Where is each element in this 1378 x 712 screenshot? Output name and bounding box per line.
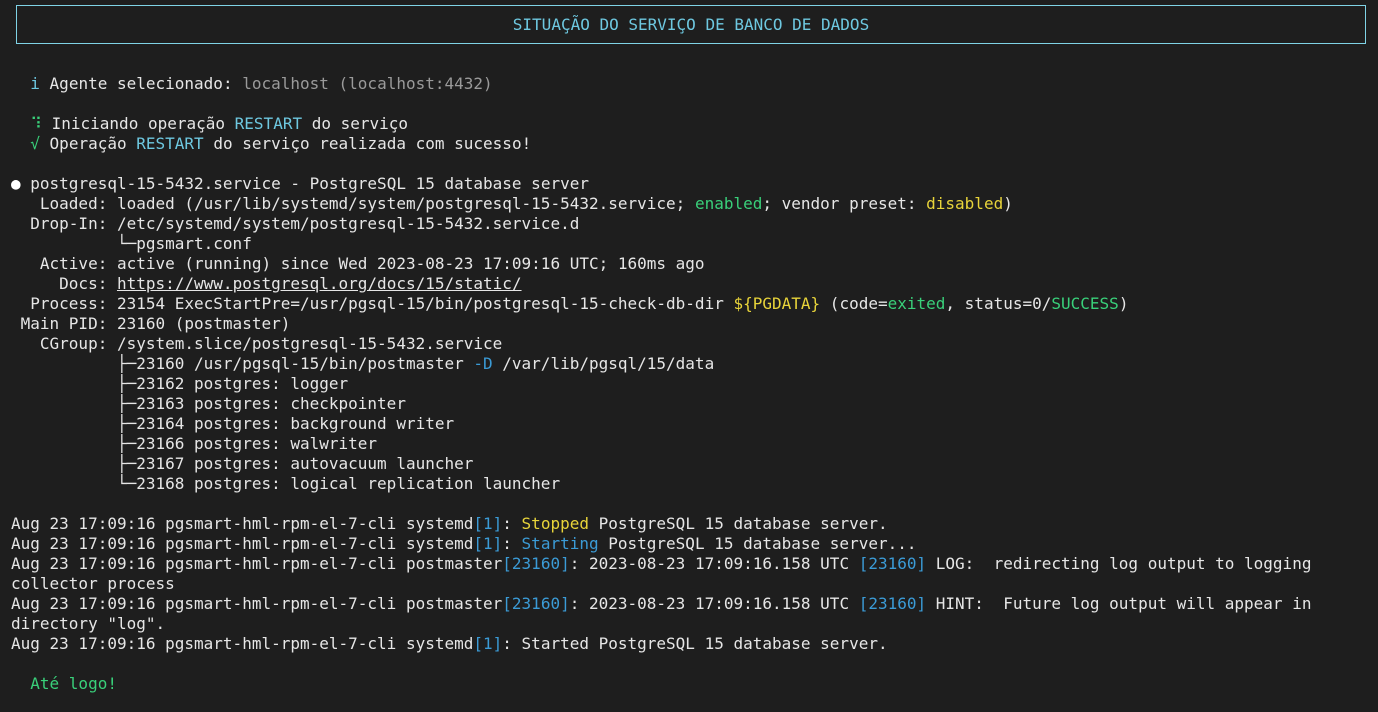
postmaster-process: ├─23160 /usr/pgsql-15/bin/postmaster	[11, 354, 474, 373]
log-line-wrap: collector process	[11, 574, 175, 593]
success-status: SUCCESS	[1051, 294, 1119, 313]
log-keyword-starting: Starting	[521, 534, 599, 553]
log-timestamp: : 2023-08-23 17:09:16.158 UTC	[569, 554, 859, 573]
active-line: Active: active (running) since Wed 2023-…	[11, 254, 705, 273]
cgroup-line: CGroup: /system.slice/postgresql-15-5432…	[11, 334, 503, 353]
process-line: Process: 23154 ExecStartPre=/usr/pgsql-1…	[11, 294, 1128, 314]
agent-value: localhost (localhost:4432)	[242, 74, 493, 93]
log-line-wrap: directory "log".	[11, 614, 166, 633]
check-icon: √	[30, 134, 40, 153]
log-line: Aug 23 17:09:16 pgsmart-hml-rpm-el-7-cli…	[11, 534, 917, 554]
docs-link[interactable]: https://www.postgresql.org/docs/15/stati…	[117, 274, 522, 293]
process-status-label: , status=0/	[945, 294, 1052, 313]
log-pid: [23160]	[502, 554, 570, 573]
cgroup-tree-item: ├─23160 /usr/pgsql-15/bin/postmaster -D …	[11, 354, 714, 374]
operation-keyword: RESTART	[234, 114, 303, 133]
log-prefix: Aug 23 17:09:16 pgsmart-hml-rpm-el-7-cli…	[11, 634, 474, 653]
log-pid: [23160]	[502, 594, 570, 613]
goodbye-text: Até logo!	[30, 674, 117, 693]
vendor-preset-label: ; vendor preset:	[762, 194, 927, 213]
log-prefix: Aug 23 17:09:16 pgsmart-hml-rpm-el-7-cli…	[11, 514, 474, 533]
docs-label: Docs:	[11, 274, 117, 293]
log-pid: [1]	[473, 514, 503, 533]
service-line: ● postgresql-15-5432.service - PostgreSQ…	[11, 174, 589, 194]
loaded-text: Loaded: loaded (/usr/lib/systemd/system/…	[11, 194, 695, 213]
log-prefix: Aug 23 17:09:16 pgsmart-hml-rpm-el-7-cli…	[11, 554, 503, 573]
log-keyword-stopped: Stopped	[521, 514, 589, 533]
page-title: SITUAÇÃO DO SERVIÇO DE BANCO DE DADOS	[512, 14, 870, 34]
log-message: PostgreSQL 15 database server...	[598, 534, 917, 553]
log-line: Aug 23 17:09:16 pgsmart-hml-rpm-el-7-cli…	[11, 514, 888, 534]
log-message: : Started PostgreSQL 15 database server.	[502, 634, 888, 653]
operation-done-text: Operação	[49, 134, 137, 153]
postmaster-datadir: /var/lib/pgsql/15/data	[492, 354, 715, 373]
log-line: Aug 23 17:09:16 pgsmart-hml-rpm-el-7-cli…	[11, 594, 1311, 614]
log-pid: [23160]	[858, 554, 927, 573]
agent-line: i Agente selecionado: localhost (localho…	[11, 74, 493, 94]
main-pid-line: Main PID: 23160 (postmaster)	[11, 314, 291, 333]
cgroup-tree-item: ├─23163 postgres: checkpointer	[11, 394, 406, 413]
goodbye-line: Até logo!	[11, 674, 117, 694]
pgdata-variable: ${PGDATA}	[733, 294, 821, 313]
spinner-icon: ⠹	[30, 114, 42, 133]
loaded-close: )	[1003, 194, 1013, 213]
bullet-icon: ●	[11, 174, 21, 193]
log-line: Aug 23 17:09:16 pgsmart-hml-rpm-el-7-cli…	[11, 554, 1311, 574]
dropin-line: Drop-In: /etc/systemd/system/postgresql-…	[11, 214, 580, 233]
log-message: PostgreSQL 15 database server.	[588, 514, 888, 533]
log-prefix: Aug 23 17:09:16 pgsmart-hml-rpm-el-7-cli…	[11, 594, 503, 613]
docs-line: Docs: https://www.postgresql.org/docs/15…	[11, 274, 522, 294]
disabled-status: disabled	[926, 194, 1004, 213]
process-text: Process: 23154 ExecStartPre=/usr/pgsql-1…	[11, 294, 734, 313]
log-sep: :	[502, 534, 522, 553]
log-message: HINT: Future log output will appear in	[926, 594, 1312, 613]
log-pid: [1]	[473, 634, 503, 653]
agent-label: Agente selecionado:	[49, 74, 243, 93]
log-line: Aug 23 17:09:16 pgsmart-hml-rpm-el-7-cli…	[11, 634, 888, 654]
service-name: postgresql-15-5432.service - PostgreSQL …	[20, 174, 589, 193]
log-sep: :	[502, 514, 522, 533]
postmaster-flag: -D	[473, 354, 493, 373]
operation-start-text: Iniciando operação	[51, 114, 235, 133]
exited-status: exited	[887, 294, 946, 313]
log-pid: [1]	[473, 534, 503, 553]
cgroup-tree-item: └─23168 postgres: logical replication la…	[11, 474, 561, 493]
cgroup-tree-item: ├─23166 postgres: walwriter	[11, 434, 378, 453]
terminal-window[interactable]: SITUAÇÃO DO SERVIÇO DE BANCO DE DADOS i …	[0, 0, 1378, 712]
operation-start-suffix: do serviço	[302, 114, 409, 133]
cgroup-tree-item: ├─23164 postgres: background writer	[11, 414, 455, 433]
log-message: LOG: redirecting log output to logging	[926, 554, 1312, 573]
cgroup-tree-item: ├─23167 postgres: autovacuum launcher	[11, 454, 474, 473]
log-prefix: Aug 23 17:09:16 pgsmart-hml-rpm-el-7-cli…	[11, 534, 474, 553]
operation-start-line: ⠹ Iniciando operação RESTART do serviço	[11, 114, 408, 134]
info-icon: i	[30, 74, 40, 93]
operation-done-suffix: do serviço realizada com sucesso!	[203, 134, 532, 153]
process-code-label: (code=	[820, 294, 888, 313]
log-timestamp: : 2023-08-23 17:09:16.158 UTC	[569, 594, 859, 613]
operation-done-line: √ Operação RESTART do serviço realizada …	[11, 134, 531, 154]
log-pid: [23160]	[858, 594, 927, 613]
process-close: )	[1118, 294, 1129, 313]
operation-keyword: RESTART	[136, 134, 204, 153]
cgroup-tree-item: ├─23162 postgres: logger	[11, 374, 349, 393]
loaded-line: Loaded: loaded (/usr/lib/systemd/system/…	[11, 194, 1013, 214]
page-title-box: SITUAÇÃO DO SERVIÇO DE BANCO DE DADOS	[16, 5, 1366, 44]
dropin-conf-line: └─pgsmart.conf	[11, 234, 252, 253]
enabled-status: enabled	[694, 194, 763, 213]
